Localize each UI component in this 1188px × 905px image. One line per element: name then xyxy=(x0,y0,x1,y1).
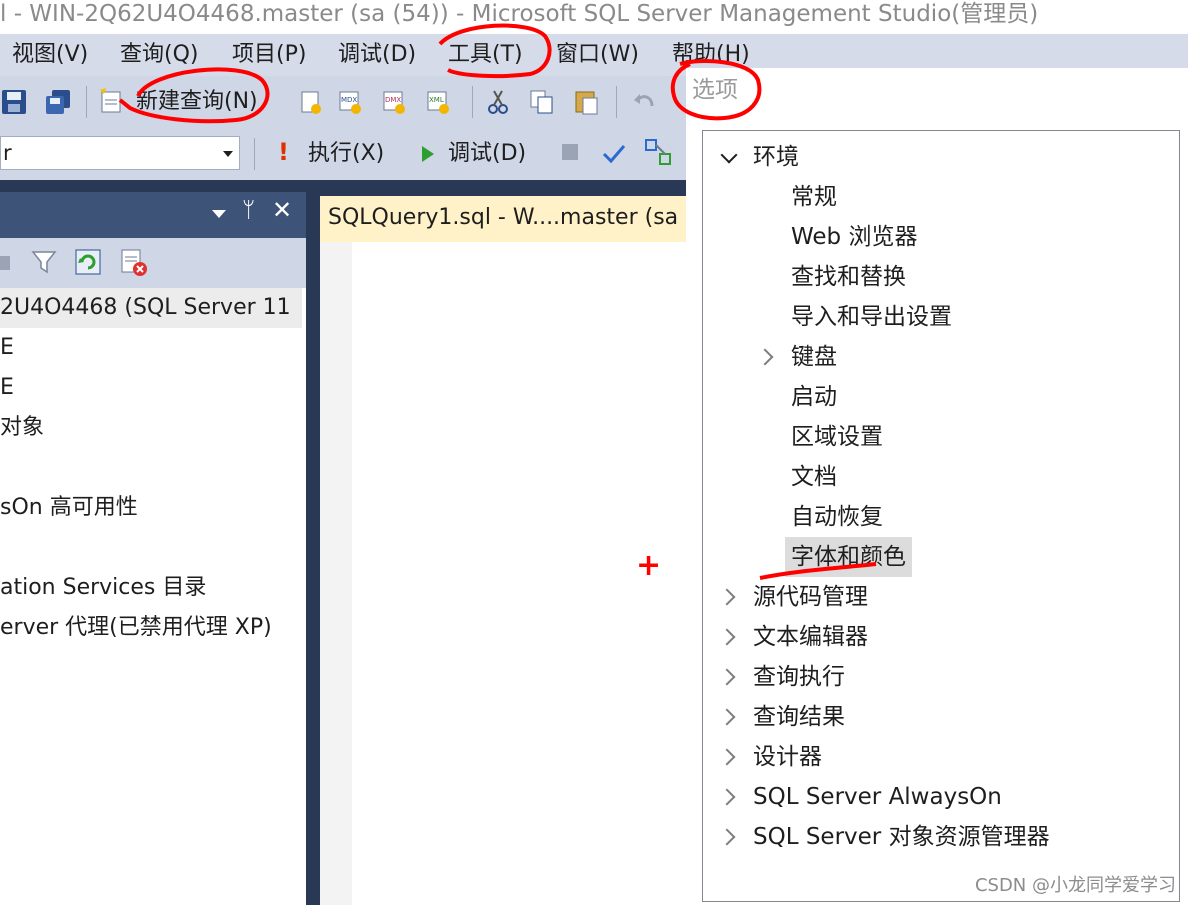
tree-node[interactable]: erver 代理(已禁用代理 XP) xyxy=(0,608,272,648)
options-node-source-control[interactable]: 源代码管理 xyxy=(753,577,868,617)
cut-icon[interactable] xyxy=(484,88,512,116)
play-icon xyxy=(422,146,434,162)
chevron-right-icon[interactable] xyxy=(756,348,774,366)
mdx-query-icon[interactable]: MDX xyxy=(336,88,364,116)
svg-text:DMX: DMX xyxy=(385,96,401,104)
pin-icon[interactable]: ᛘ xyxy=(242,198,255,223)
server-node[interactable]: 2U4O4468 (SQL Server 11 xyxy=(0,288,302,328)
activity-monitor-icon[interactable] xyxy=(118,246,150,278)
svg-text:XML: XML xyxy=(429,96,444,104)
options-node-general[interactable]: 常规 xyxy=(791,177,837,217)
options-node-autorecover[interactable]: 自动恢复 xyxy=(791,497,883,537)
query-editor-tab[interactable]: SQLQuery1.sql - W....master (sa xyxy=(320,196,688,242)
filter-icon[interactable] xyxy=(30,248,58,276)
options-node-query-results[interactable]: 查询结果 xyxy=(753,697,845,737)
options-node-locale[interactable]: 区域设置 xyxy=(791,417,883,457)
object-explorer-header: ᛘ ✕ xyxy=(0,192,306,238)
refresh-icon[interactable] xyxy=(74,248,102,276)
dropdown-icon[interactable] xyxy=(212,210,226,218)
toolbar-separator xyxy=(86,86,87,118)
tree-node[interactable]: sOn 高可用性 xyxy=(0,488,138,528)
tree-node[interactable]: 对象 xyxy=(0,408,44,448)
menu-tools[interactable]: 工具(T) xyxy=(448,34,523,76)
menu-window[interactable]: 窗口(W) xyxy=(556,34,639,76)
toolbar-separator xyxy=(254,138,255,170)
window-title: l - WIN-2Q62U4O4468.master (sa (54)) - M… xyxy=(0,1,1039,27)
chevron-right-icon[interactable] xyxy=(718,588,736,606)
chevron-right-icon[interactable] xyxy=(718,708,736,726)
menu-view[interactable]: 视图(V) xyxy=(12,34,88,76)
dmx-query-icon[interactable]: DMX xyxy=(380,88,408,116)
options-node-text-editor[interactable]: 文本编辑器 xyxy=(753,617,868,657)
title-bar: l - WIN-2Q62U4O4468.master (sa (54)) - M… xyxy=(0,0,1188,34)
options-node-web-browser[interactable]: Web 浏览器 xyxy=(791,217,917,257)
chevron-right-icon[interactable] xyxy=(718,628,736,646)
close-icon[interactable]: ✕ xyxy=(272,196,292,224)
dock-separator xyxy=(0,180,688,192)
new-file-icon[interactable] xyxy=(296,88,324,116)
options-node-environment[interactable]: 环境 xyxy=(753,137,799,177)
sql-editor-toolbar: r ! 执行(X) 调试(D) xyxy=(0,128,688,180)
chevron-down-icon xyxy=(223,151,233,157)
options-node-find-replace[interactable]: 查找和替换 xyxy=(791,257,906,297)
standard-toolbar: 新建查询(N) MDX DMX XML xyxy=(0,76,688,128)
object-explorer-panel: ᛘ ✕ 2U4O4468 (SQL Server 11 E E 对象 sOn 高… xyxy=(0,192,306,905)
undo-icon[interactable] xyxy=(630,88,658,116)
cursor-crosshair-icon: + xyxy=(636,548,662,583)
options-node-import-export[interactable]: 导入和导出设置 xyxy=(791,297,952,337)
editor-margin xyxy=(320,242,352,905)
options-node-keyboard[interactable]: 键盘 xyxy=(791,337,837,377)
paste-icon[interactable] xyxy=(572,88,600,116)
copy-icon[interactable] xyxy=(528,88,556,116)
svg-text:MDX: MDX xyxy=(341,96,357,104)
tree-node[interactable]: E xyxy=(0,328,14,368)
available-databases-combo[interactable]: r xyxy=(0,136,240,170)
parse-check-icon[interactable] xyxy=(600,140,628,168)
toolbar-separator xyxy=(472,86,473,118)
execute-icon: ! xyxy=(278,138,289,166)
display-plan-icon[interactable] xyxy=(644,138,674,168)
new-query-button[interactable]: 新建查询(N) xyxy=(136,76,258,128)
execute-button[interactable]: 执行(X) xyxy=(308,128,384,180)
object-explorer-toolbar xyxy=(0,238,306,288)
chevron-right-icon[interactable] xyxy=(718,668,736,686)
options-node-documents[interactable]: 文档 xyxy=(791,457,837,497)
toolbar-separator xyxy=(616,86,617,118)
menu-debug[interactable]: 调试(D) xyxy=(338,34,416,76)
tree-node[interactable]: ation Services 目录 xyxy=(0,568,206,608)
menu-query[interactable]: 查询(Q) xyxy=(120,34,198,76)
save-all-icon[interactable] xyxy=(44,88,72,116)
options-node-fonts-colors[interactable]: 字体和颜色 xyxy=(785,537,912,577)
dock-separator xyxy=(306,192,320,905)
chevron-right-icon[interactable] xyxy=(718,788,736,806)
stop-icon[interactable] xyxy=(0,256,10,270)
options-node-startup[interactable]: 启动 xyxy=(791,377,837,417)
options-tree[interactable]: 环境 常规 Web 浏览器 查找和替换 导入和导出设置 键盘 启动 区域设置 文… xyxy=(702,130,1180,902)
xmla-query-icon[interactable]: XML xyxy=(424,88,452,116)
new-query-icon[interactable] xyxy=(96,86,124,114)
options-node-alwayson[interactable]: SQL Server AlwaysOn xyxy=(753,777,1002,817)
options-dialog-title: 选项 xyxy=(692,77,738,103)
tree-node[interactable]: E xyxy=(0,368,14,408)
options-node-object-explorer[interactable]: SQL Server 对象资源管理器 xyxy=(753,817,1050,857)
stop-icon[interactable] xyxy=(562,144,578,160)
debug-button[interactable]: 调试(D) xyxy=(448,128,526,180)
chevron-right-icon[interactable] xyxy=(718,748,736,766)
watermark: CSDN @小龙同学爱学习 xyxy=(974,875,1176,896)
chevron-down-icon[interactable] xyxy=(720,146,738,164)
chevron-right-icon[interactable] xyxy=(718,828,736,846)
database-value: r xyxy=(3,141,12,165)
menu-project[interactable]: 项目(P) xyxy=(232,34,306,76)
options-node-query-execution[interactable]: 查询执行 xyxy=(753,657,845,697)
save-icon[interactable] xyxy=(0,88,28,116)
options-node-designers[interactable]: 设计器 xyxy=(753,737,822,777)
